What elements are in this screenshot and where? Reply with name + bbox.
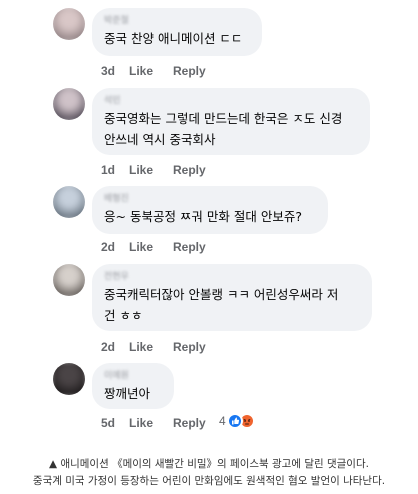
reply-button[interactable]: Reply [173,162,206,178]
comment-time[interactable]: 5d [101,415,129,431]
comment-actions: 5d Like Reply [101,414,206,430]
comment-author[interactable]: 박준철 [104,15,250,28]
comment-time[interactable]: 3d [101,63,129,79]
avatar[interactable] [53,264,85,296]
caption-line-1: ▲ 애니메이션 《메이의 새빨간 비밀》의 페이스북 광고에 달린 댓글이다. [49,458,369,470]
comment-author[interactable]: 전현우 [104,271,360,284]
like-button[interactable]: Like [129,239,173,255]
reply-button[interactable]: Reply [173,339,206,355]
comment-text: 응~ 동북공정 ㅉ궈 만화 절대 안보쥬? [104,209,302,224]
comment-time[interactable]: 2d [101,239,129,255]
comment-bubble: 석민 중국영화는 그렇데 만드는데 한국은 ㅈ도 신경 안쓰네 역시 중국회사 [92,88,370,155]
comment-bubble: 이예원 짱깨년아 [92,363,174,409]
avatar[interactable] [53,8,85,40]
comment-text: 중국 찬양 애니메이션 ㄷㄷ [104,31,243,46]
comment-text: 중국영화는 그렇데 만드는데 한국은 ㅈ도 신경 안쓰네 역시 중국회사 [104,111,343,147]
comment-time[interactable]: 2d [101,339,129,355]
reply-button[interactable]: Reply [173,63,206,79]
comment-author[interactable]: 이예원 [104,370,162,383]
comment-actions: 3d Like Reply [101,62,206,78]
image-caption: ▲ 애니메이션 《메이의 새빨간 비밀》의 페이스북 광고에 달린 댓글이다. … [0,456,418,490]
reply-button[interactable]: Reply [173,239,206,255]
like-button[interactable]: Like [129,162,173,178]
comment-author[interactable]: 배형진 [104,193,316,206]
comment-actions: 1d Like Reply [101,161,206,177]
comment-actions: 2d Like Reply [101,238,206,254]
comment-bubble: 박준철 중국 찬양 애니메이션 ㄷㄷ [92,8,262,56]
avatar[interactable] [53,186,85,218]
like-button[interactable]: Like [129,63,173,79]
reaction-count: 4 [219,414,226,428]
caption-line-2: 중국계 미국 가정이 등장하는 어린이 만화임에도 원색적인 혐오 발언이 나타… [32,475,386,487]
comment-text: 짱깨년아 [104,386,151,401]
comment-text: 중국캐릭터잖아 안볼랭 ㅋㅋ 어린성우써라 저 건 ㅎㅎ [104,287,339,323]
avatar[interactable] [53,88,85,120]
comment-bubble: 배형진 응~ 동북공정 ㅉ궈 만화 절대 안보쥬? [92,186,328,234]
like-button[interactable]: Like [129,415,173,431]
comment-time[interactable]: 1d [101,162,129,178]
avatar[interactable] [53,363,85,395]
comment-actions: 2d Like Reply [101,338,206,354]
like-button[interactable]: Like [129,339,173,355]
like-icon [227,413,243,429]
reply-button[interactable]: Reply [173,415,206,431]
comment-bubble: 전현우 중국캐릭터잖아 안볼랭 ㅋㅋ 어린성우써라 저 건 ㅎㅎ [92,264,372,331]
comment-author[interactable]: 석민 [104,95,358,108]
